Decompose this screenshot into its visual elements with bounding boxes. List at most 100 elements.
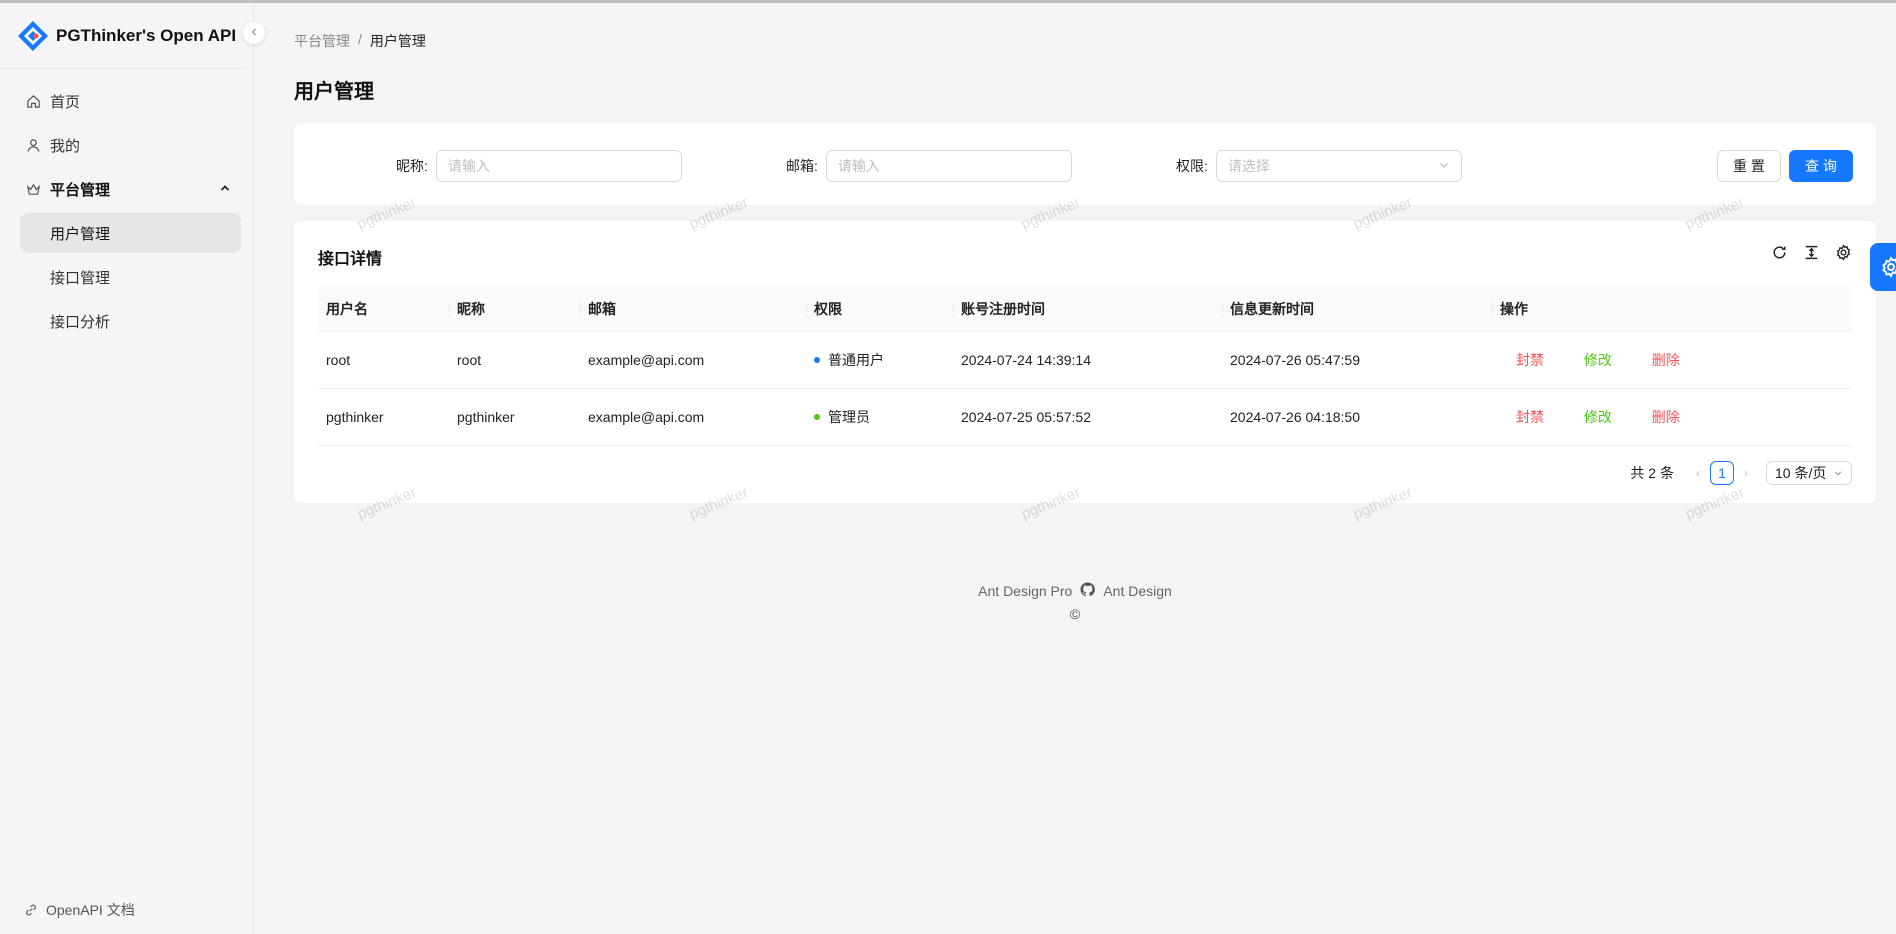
gear-icon: [1880, 256, 1896, 278]
settings-icon[interactable]: [1834, 243, 1852, 261]
openapi-docs-link[interactable]: OpenAPI 文档: [24, 896, 135, 924]
openapi-docs-label: OpenAPI 文档: [46, 902, 135, 918]
role-label: 权限:: [1176, 158, 1208, 174]
pagination-total: 共 2 条: [1630, 465, 1674, 481]
github-icon[interactable]: [1080, 582, 1096, 600]
sidebar-group-label: 平台管理: [50, 181, 111, 199]
cell-actions: 封禁 修改 删除: [1492, 331, 1852, 389]
page-size-select[interactable]: 10 条/页: [1766, 461, 1852, 485]
crown-icon: [24, 180, 42, 198]
sidebar-item-label: 接口管理: [50, 269, 111, 287]
cell-created: 2024-07-24 14:39:14: [953, 331, 1222, 389]
cell-role: 管理员: [806, 388, 953, 446]
search-form: 昵称: 邮箱: 权限: 请选择 重 置 查 询: [294, 123, 1876, 205]
column-header: 昵称: [449, 287, 580, 332]
breadcrumb-separator: /: [358, 31, 362, 47]
sidebar-item-interface-management[interactable]: 接口管理: [20, 257, 241, 297]
cell-updated: 2024-07-26 04:18:50: [1222, 388, 1492, 446]
settings-drawer-button[interactable]: [1870, 243, 1896, 291]
ban-link[interactable]: 封禁: [1516, 350, 1544, 370]
copyright: ©: [1069, 606, 1081, 622]
status-dot: [814, 356, 820, 363]
table-toolbar: [1770, 243, 1852, 261]
cell-created: 2024-07-25 05:57:52: [953, 388, 1222, 446]
prev-page-icon[interactable]: ‹: [1690, 466, 1706, 480]
reset-button[interactable]: 重 置: [1717, 150, 1781, 182]
user-icon: [24, 136, 42, 154]
pagination: 共 2 条 ‹ 1 › 10 条/页: [1630, 461, 1852, 485]
role-select-placeholder: 请选择: [1227, 158, 1270, 174]
sidebar-nav: 首页 我的 平台管理 用户管理 接口管理 接口分析: [0, 69, 253, 341]
cell-email: example@api.com: [580, 331, 806, 389]
table-row: pgthinker pgthinker example@api.com 管理员 …: [318, 388, 1852, 446]
role-badge: 普通用户: [814, 350, 884, 370]
cell-nickname: pgthinker: [449, 388, 580, 446]
breadcrumb: 平台管理 / 用户管理: [294, 31, 426, 51]
email-field: 邮箱:: [786, 150, 1072, 182]
cell-username: root: [318, 331, 449, 389]
column-header: 用户名: [318, 287, 449, 332]
query-button[interactable]: 查 询: [1789, 150, 1853, 182]
status-dot: [814, 413, 820, 420]
sidebar-item-mine[interactable]: 我的: [20, 125, 241, 165]
cell-updated: 2024-07-26 05:47:59: [1222, 331, 1492, 389]
breadcrumb-current: 用户管理: [369, 33, 426, 49]
sidebar-item-user-management[interactable]: 用户管理: [20, 213, 241, 253]
email-label: 邮箱:: [786, 158, 818, 174]
role-select[interactable]: 请选择: [1215, 150, 1462, 182]
page-size-value: 10 条/页: [1775, 465, 1827, 481]
nickname-label: 昵称:: [396, 158, 428, 174]
footer-links: Ant Design Pro Ant Design: [254, 582, 1896, 600]
ban-link[interactable]: 封禁: [1516, 407, 1544, 427]
nickname-input[interactable]: [435, 150, 682, 182]
footer-link-ant-design[interactable]: Ant Design: [1103, 583, 1171, 599]
role-badge: 管理员: [814, 407, 870, 427]
next-page-icon[interactable]: ›: [1738, 466, 1754, 480]
email-input[interactable]: [825, 150, 1072, 182]
cell-nickname: root: [449, 331, 580, 389]
chevron-up-icon: [219, 181, 231, 198]
column-header: 账号注册时间: [953, 287, 1222, 332]
link-icon: [24, 903, 38, 917]
sidebar-group-platform[interactable]: 平台管理: [20, 169, 241, 209]
sidebar-item-label: 我的: [50, 137, 81, 155]
role-text: 管理员: [828, 408, 870, 425]
edit-link[interactable]: 修改: [1584, 350, 1612, 370]
cell-username: pgthinker: [318, 388, 449, 446]
role-field: 权限: 请选择: [1176, 150, 1462, 182]
main-content: 平台管理 / 用户管理 用户管理 昵称: 邮箱: 权限: 请选择 重 置 查 询…: [254, 3, 1896, 934]
logo-row[interactable]: PGThinker's Open API: [0, 3, 245, 69]
home-icon: [24, 92, 42, 110]
user-table: 用户名 昵称 邮箱 权限 账号注册时间 信息更新时间 操作 root root …: [318, 287, 1852, 446]
sidebar-item-home[interactable]: 首页: [20, 81, 241, 121]
nickname-field: 昵称:: [396, 150, 682, 182]
delete-link[interactable]: 删除: [1652, 350, 1680, 370]
table-header-row: 用户名 昵称 邮箱 权限 账号注册时间 信息更新时间 操作: [318, 287, 1852, 332]
sidebar-item-interface-analysis[interactable]: 接口分析: [20, 301, 241, 341]
table-title: 接口详情: [318, 251, 383, 268]
density-icon[interactable]: [1802, 243, 1820, 261]
role-text: 普通用户: [828, 351, 884, 368]
table-card: 接口详情 用户名 昵称 邮箱 权限 账号注册时间 信息更新时间 操作 root …: [294, 221, 1876, 503]
page-title: 用户管理: [294, 81, 374, 103]
delete-link[interactable]: 删除: [1652, 407, 1680, 427]
footer-link-ant-design-pro[interactable]: Ant Design Pro: [978, 583, 1072, 599]
sidebar: PGThinker's Open API 首页 我的 平台管理 用户管理 接口管…: [0, 3, 254, 934]
column-header: 邮箱: [580, 287, 806, 332]
app-title: PGThinker's Open API: [56, 25, 237, 45]
cell-role: 普通用户: [806, 331, 953, 389]
breadcrumb-parent[interactable]: 平台管理: [294, 31, 350, 51]
sidebar-item-label: 首页: [50, 93, 81, 111]
page-number-button[interactable]: 1: [1710, 461, 1734, 485]
cell-actions: 封禁 修改 删除: [1492, 388, 1852, 446]
reload-icon[interactable]: [1770, 243, 1788, 261]
sidebar-item-label: 接口分析: [50, 313, 111, 331]
column-header: 权限: [806, 287, 953, 332]
column-header: 操作: [1492, 287, 1852, 332]
logo-icon: [16, 19, 50, 53]
table-row: root root example@api.com 普通用户 2024-07-2…: [318, 331, 1852, 389]
chevron-down-icon: [1833, 465, 1843, 481]
sidebar-item-label: 用户管理: [50, 225, 111, 243]
edit-link[interactable]: 修改: [1584, 407, 1612, 427]
cell-email: example@api.com: [580, 388, 806, 446]
